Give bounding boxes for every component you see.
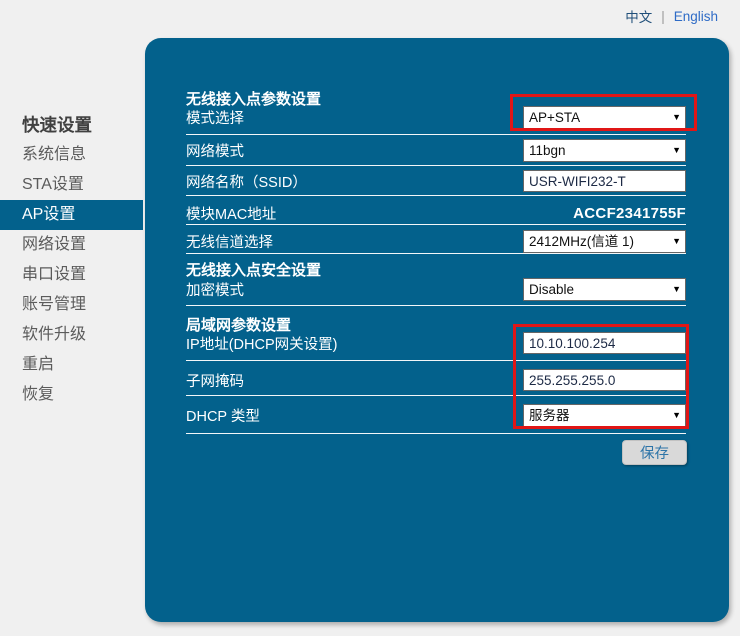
form-row-channel: 无线信道选择 2412MHz(信道 1) ▼: [186, 229, 686, 253]
row-divider: [186, 395, 686, 396]
row-divider: [186, 433, 686, 434]
sidebar-item-restart[interactable]: 重启: [0, 350, 143, 380]
row-divider: [186, 224, 686, 225]
row-divider: [186, 360, 686, 361]
dhcp-type-label: DHCP 类型: [186, 405, 260, 426]
ssid-input[interactable]: [523, 170, 686, 192]
mode-label: 模式选择: [186, 107, 244, 128]
encryption-label: 加密模式: [186, 279, 244, 300]
encryption-select[interactable]: Disable: [523, 278, 686, 301]
form-row-dhcp-type: DHCP 类型 服务器 ▼: [186, 403, 686, 427]
form-row-network-mode: 网络模式 11bgn ▼: [186, 138, 686, 162]
ip-label: IP地址(DHCP网关设置): [186, 333, 337, 354]
language-link-chinese[interactable]: 中文: [625, 6, 652, 26]
network-mode-select[interactable]: 11bgn: [523, 139, 686, 162]
subnet-mask-label: 子网掩码: [186, 370, 244, 391]
language-separator: |: [661, 9, 665, 24]
subnet-mask-input[interactable]: [523, 369, 686, 391]
sidebar-item-ap-settings[interactable]: AP设置: [0, 200, 143, 230]
mac-label: 模块MAC地址: [186, 203, 276, 224]
language-link-english[interactable]: English: [674, 9, 718, 24]
form-row-mac: 模块MAC地址 ACCF2341755F: [186, 201, 686, 225]
sidebar-item-account-management[interactable]: 账号管理: [0, 290, 143, 320]
row-divider: [186, 134, 686, 135]
channel-label: 无线信道选择: [186, 231, 273, 252]
sidebar-item-serial-settings[interactable]: 串口设置: [0, 260, 143, 290]
channel-select[interactable]: 2412MHz(信道 1): [523, 230, 686, 253]
form-row-ip: IP地址(DHCP网关设置): [186, 331, 686, 355]
network-mode-label: 网络模式: [186, 140, 244, 161]
ssid-label: 网络名称（SSID）: [186, 171, 307, 192]
language-bar: 中文 | English: [625, 6, 718, 26]
row-divider: [186, 253, 686, 254]
sidebar-item-system-info[interactable]: 系统信息: [0, 140, 143, 170]
sidebar-item-network-settings[interactable]: 网络设置: [0, 230, 143, 260]
row-divider: [186, 165, 686, 166]
sidebar-item-sta-settings[interactable]: STA设置: [0, 170, 143, 200]
ip-input[interactable]: [523, 332, 686, 354]
dhcp-type-select[interactable]: 服务器: [523, 404, 686, 427]
ap-settings-panel: 无线接入点参数设置 模式选择 AP+STA ▼ 网络模式 11bgn ▼ 网络名…: [145, 38, 729, 622]
sidebar-nav: 快速设置 系统信息 STA设置 AP设置 网络设置 串口设置 账号管理 软件升级…: [0, 110, 143, 410]
save-button[interactable]: 保存: [622, 440, 687, 465]
mode-select[interactable]: AP+STA: [523, 106, 686, 129]
sidebar-item-firmware-upgrade[interactable]: 软件升级: [0, 320, 143, 350]
mac-value: ACCF2341755F: [573, 205, 686, 222]
row-divider: [186, 305, 686, 306]
form-row-encryption: 加密模式 Disable ▼: [186, 277, 686, 301]
form-row-ssid: 网络名称（SSID）: [186, 169, 686, 193]
row-divider: [186, 195, 686, 196]
sidebar-item-quick-setup[interactable]: 快速设置: [0, 110, 143, 140]
sidebar-item-restore[interactable]: 恢复: [0, 380, 143, 410]
form-row-subnet-mask: 子网掩码: [186, 368, 686, 392]
form-row-mode: 模式选择 AP+STA ▼: [186, 105, 686, 129]
